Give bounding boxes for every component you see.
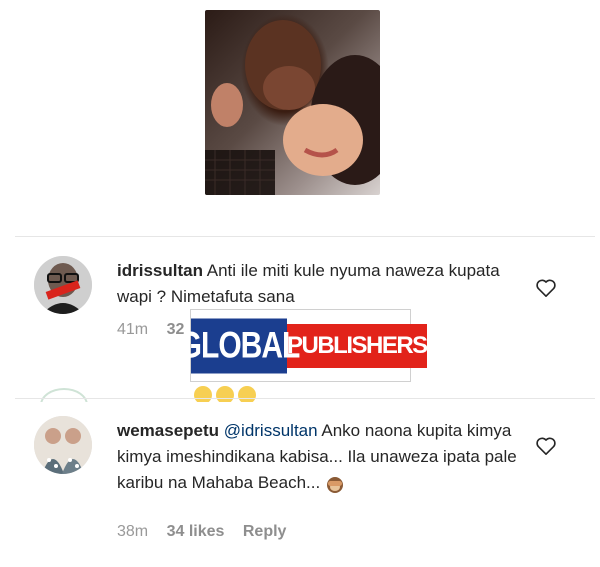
divider-top [15, 236, 595, 237]
reply-button[interactable]: Reply [243, 523, 287, 540]
divider-middle [15, 398, 595, 399]
comment-text: wemasepetu @idrissultan Anko naona kupit… [117, 418, 517, 496]
emoji-icon [238, 386, 256, 402]
post-image[interactable] [205, 10, 380, 195]
comment-likes[interactable]: 34 likes [167, 523, 225, 540]
avatar-partial [40, 388, 88, 402]
comment-meta: 38m 34 likes Reply [117, 523, 286, 541]
monkey-emoji-icon [326, 476, 343, 493]
comment-username[interactable]: wemasepetu [117, 421, 219, 440]
comment-username[interactable]: idrissultan [117, 261, 203, 280]
avatar[interactable] [34, 416, 92, 474]
watermark-publishers: PUBLISHERS [287, 324, 428, 368]
avatar[interactable] [34, 256, 92, 314]
heart-icon[interactable] [535, 278, 557, 298]
emoji-icon [194, 386, 212, 402]
emoji-icon [216, 386, 234, 402]
comment-text: idrissultan Anti ile miti kule nyuma naw… [117, 258, 517, 310]
comment-time: 41m [117, 321, 149, 338]
avatar-image [34, 256, 92, 314]
comment-mention[interactable]: @idrissultan [224, 421, 318, 440]
heart-icon[interactable] [535, 436, 557, 456]
comment-meta: 41m 32 [117, 321, 184, 339]
post-photo-art [205, 20, 380, 195]
comment-wemasepetu: wemasepetu @idrissultan Anko naona kupit… [0, 410, 600, 560]
emoji-row [190, 386, 256, 402]
watermark-logo: GLOBAL PUBLISHERS [179, 318, 428, 374]
collapsed-comment-row [40, 382, 270, 402]
avatar-image [34, 416, 92, 474]
comment-time: 38m [117, 523, 149, 540]
global-publishers-watermark: GLOBAL PUBLISHERS [179, 309, 428, 382]
watermark-global: GLOBAL [179, 318, 300, 374]
